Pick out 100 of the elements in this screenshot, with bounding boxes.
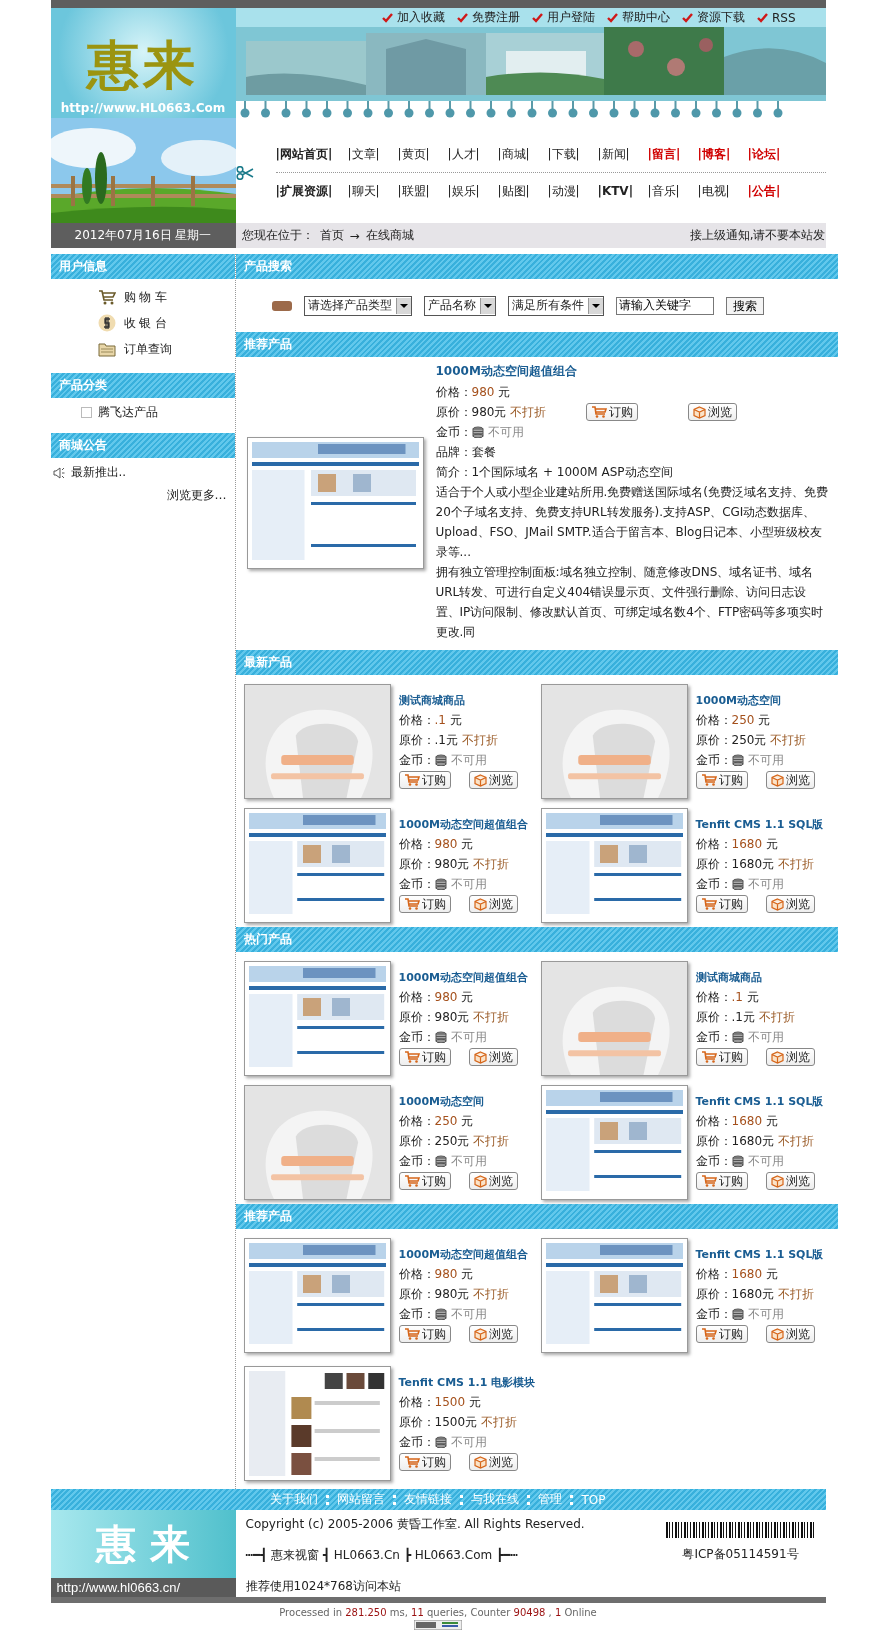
nav-link[interactable]: |黄页| [397,145,448,163]
product-name[interactable]: 测试商城商品 [398,693,541,708]
product-name[interactable]: 1000M动态空间超值组合 [398,817,541,832]
nav-link[interactable]: |联盟| [397,182,448,200]
quick-link[interactable]: 帮助中心 [621,9,670,26]
box-icon [473,1050,487,1064]
nav-link[interactable]: |文章| [347,145,398,163]
browse-button[interactable]: 浏览 [687,403,737,421]
original-price-text: 原价：.1元 [398,732,458,749]
order-button[interactable]: 订购 [695,895,748,913]
order-button[interactable]: 订购 [695,1048,748,1066]
product-name[interactable]: 1000M动态空间超值组合 [398,970,541,985]
dropdown[interactable]: 满足所有条件 [507,295,604,316]
sidebar-link[interactable]: 收 银 台 [123,314,168,332]
product-name[interactable]: 1000M动态空间超值组合 [398,1247,541,1262]
breadcrumb-link[interactable]: 首页 [319,227,344,244]
box-icon [770,1050,784,1064]
coins-icon [731,1308,744,1320]
coin-label: 金币： [398,1029,435,1046]
nav-link[interactable]: |人才| [447,145,498,163]
order-button[interactable]: 订购 [695,1172,748,1190]
coins-icon [731,878,744,890]
coin-status: 不可用 [450,1306,487,1323]
order-button[interactable]: 订购 [585,403,638,421]
quick-link[interactable]: 免费注册 [471,9,520,26]
nav-link[interactable]: |新闻| [597,145,648,163]
product-name[interactable]: 1000M动态空间超值组合 [435,363,830,380]
notice-link[interactable]: 最新推出.. [70,464,127,481]
browse-button[interactable]: 浏览 [765,771,815,789]
order-button[interactable]: 订购 [398,895,451,913]
quick-link[interactable]: 加入收藏 [396,9,445,26]
square-icon [80,407,92,418]
coin-status: 不可用 [487,424,524,441]
original-price-text: 原价：980元 [398,856,470,873]
browse-button[interactable]: 浏览 [468,1172,518,1190]
cart-icon [403,1051,420,1063]
browse-button[interactable]: 浏览 [468,771,518,789]
dropdown[interactable]: 请选择产品类型 [303,295,412,316]
site-links-text: ┅━┫ 惠来视窗 ┫ HL0663.Cn ┣ HL0663.Com ┣━┅ [245,1547,519,1564]
nav-link[interactable]: |网站首页| [275,145,348,163]
nav-link[interactable]: |留言| [647,145,698,163]
quick-link[interactable]: 资源下载 [696,9,745,26]
box-icon [473,1174,487,1188]
browse-button[interactable]: 浏览 [468,1453,518,1471]
product-name[interactable]: Tenfit CMS 1.1 SQL版 [695,1247,838,1262]
order-button[interactable]: 订购 [695,1325,748,1343]
nav-link[interactable]: |电视| [697,182,748,200]
box-icon [692,405,706,419]
more-link[interactable]: 浏览更多… [166,488,227,502]
browse-button[interactable]: 浏览 [468,895,518,913]
browse-button[interactable]: 浏览 [765,1048,815,1066]
nav-link[interactable]: |扩展资源| [275,182,348,200]
sidebar-link[interactable]: 订单查询 [123,340,172,358]
search-button[interactable]: 搜索 [725,296,764,315]
product-name[interactable]: Tenfit CMS 1.1 电影模块 [398,1375,541,1390]
original-price-text: 原价：250元 [398,1133,470,1150]
discount-text: 不打折 [758,1009,795,1026]
check-icon [531,12,543,23]
nav-link[interactable]: |动漫| [547,182,598,200]
order-button[interactable]: 订购 [695,771,748,789]
nav-link[interactable]: |聊天| [347,182,398,200]
quick-link[interactable]: RSS [771,10,796,25]
nav-link[interactable]: |音乐| [647,182,698,200]
browse-button[interactable]: 浏览 [765,1172,815,1190]
nav-link[interactable]: |公告| [747,182,798,200]
product-name[interactable]: Tenfit CMS 1.1 SQL版 [695,1094,838,1109]
coins-icon [434,1031,447,1043]
browse-button[interactable]: 浏览 [765,895,815,913]
browse-button[interactable]: 浏览 [765,1325,815,1343]
cart-icon [403,774,420,786]
footer-logo: 惠 来 [50,1510,236,1578]
product-name[interactable]: 1000M动态空间 [695,693,838,708]
new-badge-icon [271,300,292,311]
nav-link[interactable]: |贴图| [497,182,548,200]
nav-link[interactable]: |下载| [547,145,598,163]
dropdown[interactable]: 产品名称 [423,295,496,316]
section-header: 推荐产品 [235,1204,838,1229]
order-button[interactable]: 订购 [398,1453,451,1471]
product-name[interactable]: Tenfit CMS 1.1 SQL版 [695,817,838,832]
order-button[interactable]: 订购 [398,1172,451,1190]
nav-link[interactable]: |博客| [697,145,748,163]
nav-link[interactable]: |KTV| [597,184,648,198]
box-icon [770,1174,784,1188]
order-button[interactable]: 订购 [398,1325,451,1343]
section-header: 用户信息 [50,254,235,279]
cart-icon [403,898,420,910]
order-button[interactable]: 订购 [398,1048,451,1066]
category-link[interactable]: 腾飞达产品 [97,404,158,421]
browse-button[interactable]: 浏览 [468,1325,518,1343]
keyword-input[interactable]: 请输入关键字 [615,296,714,315]
sidebar-link[interactable]: 购 物 车 [123,288,168,306]
quick-link[interactable]: 用户登陆 [546,9,595,26]
product-name[interactable]: 1000M动态空间 [398,1094,541,1109]
coin-label: 金币： [695,876,732,893]
nav-link[interactable]: |商城| [497,145,548,163]
product-name[interactable]: 测试商城商品 [695,970,838,985]
browse-button[interactable]: 浏览 [468,1048,518,1066]
order-button[interactable]: 订购 [398,771,451,789]
nav-link[interactable]: |娱乐| [447,182,498,200]
nav-link[interactable]: |论坛| [747,145,798,163]
